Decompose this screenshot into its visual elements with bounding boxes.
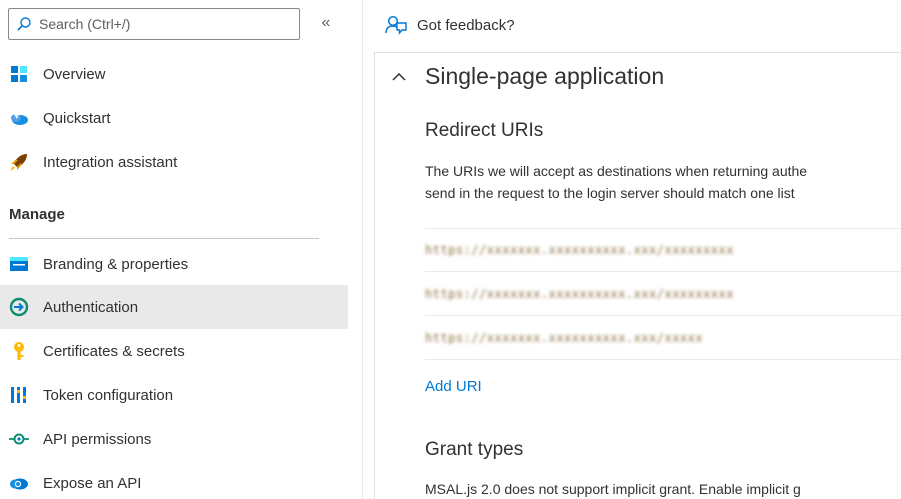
branding-icon [9,254,29,274]
grant-types-description: MSAL.js 2.0 does not support implicit gr… [425,481,801,497]
sidebar-item-api-permissions[interactable]: API permissions [0,417,348,461]
sidebar-item-branding[interactable]: Branding & properties [0,242,348,286]
cloud-icon [9,473,29,493]
quickstart-icon [9,108,29,128]
search-input[interactable]: Search (Ctrl+/) [8,8,300,40]
sidebar-item-token-configuration[interactable]: Token configuration [0,373,348,417]
overview-icon [9,64,29,84]
chevron-up-icon [392,72,406,81]
sidebar-item-label: API permissions [43,430,152,448]
sidebar-item-certificates[interactable]: Certificates & secrets [0,329,348,373]
pane-divider [362,0,363,499]
card-title: Single-page application [425,63,665,89]
redirect-uris-description-line2: send in the request to the login server … [425,185,795,201]
sidebar-item-label: Certificates & secrets [43,342,185,360]
sidebar-item-quickstart[interactable]: Quickstart [0,96,348,140]
redirect-uri-row[interactable]: https://xxxxxxx.xxxxxxxxxx.xxx/xxxxx [425,316,901,360]
feedback-icon [385,15,407,35]
sidebar-item-label: Overview [43,65,106,83]
spa-platform-card: Single-page application Redirect URIs Th… [374,52,901,499]
redirect-uri-row[interactable]: https://xxxxxxx.xxxxxxxxxx.xxx/xxxxxxxxx [425,272,901,316]
redirect-uris-heading: Redirect URIs [425,120,544,141]
add-uri-link[interactable]: Add URI [425,378,482,395]
redirect-uris-description-line1: The URIs we will accept as destinations … [425,163,808,179]
command-bar: Got feedback? [363,0,901,50]
sidebar-item-label: Quickstart [43,109,111,127]
sidebar-item-label: Branding & properties [43,255,189,273]
rocket-icon [9,152,29,172]
key-icon [9,341,29,361]
sidebar-item-label: Integration assistant [43,153,178,171]
feedback-button[interactable]: Got feedback? [385,15,515,35]
token-icon [9,385,29,405]
redirect-uri-row[interactable]: https://xxxxxxx.xxxxxxxxxx.xxx/xxxxxxxxx [425,228,901,272]
redirect-uri-value: https://xxxxxxx.xxxxxxxxxx.xxx/xxxxxxxxx [425,286,734,301]
sidebar-item-label: Token configuration [43,386,174,404]
api-permissions-icon [9,429,29,449]
grant-types-heading: Grant types [425,439,524,460]
search-placeholder: Search (Ctrl+/) [39,16,131,32]
manage-section-heading: Manage [9,206,65,223]
sidebar-item-integration-assistant[interactable]: Integration assistant [0,140,348,184]
sidebar-item-authentication[interactable]: Authentication [0,285,348,329]
authentication-icon [9,297,29,317]
sidebar-item-overview[interactable]: Overview [0,52,348,96]
sidebar-item-label: Authentication [43,298,139,316]
redirect-uri-value: https://xxxxxxx.xxxxxxxxxx.xxx/xxxxx [425,330,704,345]
feedback-label: Got feedback? [417,16,515,34]
sidebar-item-label: Expose an API [43,474,142,492]
sidebar-item-expose-api[interactable]: Expose an API [0,461,348,499]
section-divider [9,238,319,239]
redirect-uri-value: https://xxxxxxx.xxxxxxxxxx.xxx/xxxxxxxxx [425,243,734,257]
search-icon [17,17,31,31]
collapse-sidebar-button[interactable]: « [316,12,336,36]
sidebar: Search (Ctrl+/) « Overview Quickstart In… [0,0,348,499]
card-header[interactable]: Single-page application [391,63,664,90]
